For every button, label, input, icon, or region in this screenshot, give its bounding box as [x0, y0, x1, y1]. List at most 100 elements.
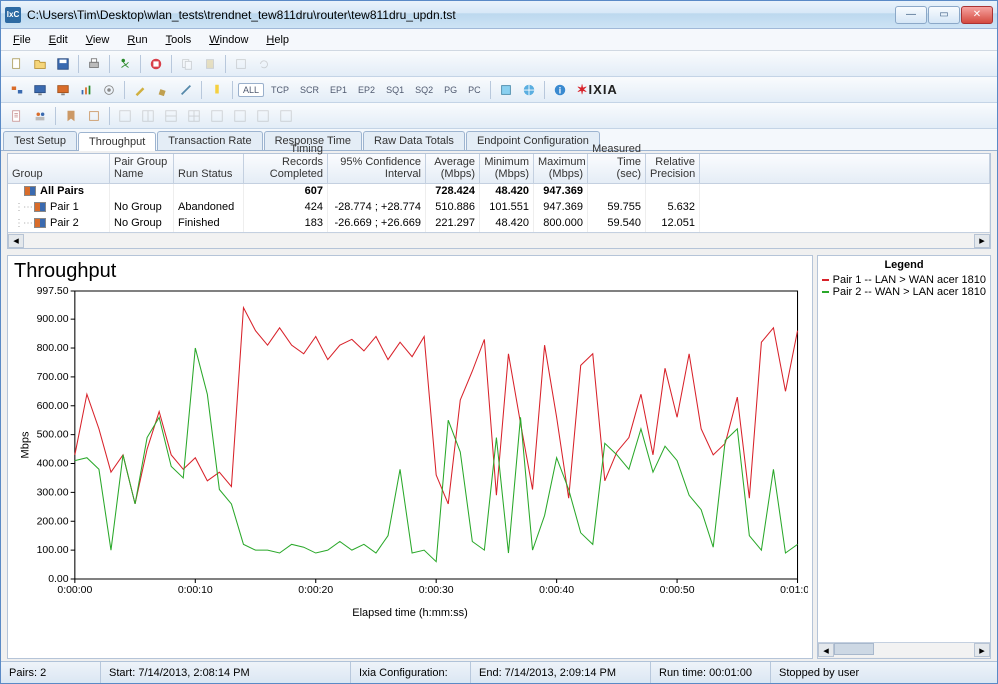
report-icon[interactable] — [496, 80, 516, 100]
legend-item[interactable]: Pair 1 -- LAN > WAN acer 1810 — [818, 274, 990, 286]
export-icon[interactable] — [231, 54, 251, 74]
app-icon: IxC — [5, 7, 21, 23]
status-runtime: Run time: 00:01:00 — [651, 662, 771, 683]
legend-panel: Legend Pair 1 -- LAN > WAN acer 1810Pair… — [817, 255, 991, 659]
col-header[interactable]: Timing Records Completed — [244, 154, 328, 184]
view-scr[interactable]: SCR — [296, 82, 323, 98]
stop-icon[interactable] — [146, 54, 166, 74]
view-sq2[interactable]: SQ2 — [411, 82, 437, 98]
print-icon[interactable] — [84, 54, 104, 74]
pair-icon — [24, 186, 36, 196]
maximize-button[interactable]: ▭ — [928, 6, 960, 24]
highlight-icon[interactable] — [207, 80, 227, 100]
svg-text:0:00:00: 0:00:00 — [57, 585, 92, 596]
legend-scroll-right-icon[interactable]: ▸ — [974, 643, 990, 657]
menu-view[interactable]: View — [78, 32, 118, 48]
svg-text:200.00: 200.00 — [37, 516, 69, 527]
open-icon[interactable] — [30, 54, 50, 74]
col-header[interactable]: Group — [8, 154, 110, 184]
paste-icon[interactable] — [200, 54, 220, 74]
new-icon[interactable] — [7, 54, 27, 74]
col-header[interactable]: Relative Precision — [646, 154, 700, 184]
svg-text:400.00: 400.00 — [37, 459, 69, 470]
minimize-button[interactable]: — — [895, 6, 927, 24]
grid2-icon[interactable] — [138, 106, 158, 126]
table-row[interactable]: All Pairs607728.42448.420947.369 — [8, 184, 990, 200]
legend-hscroll[interactable]: ◂ ▸ — [818, 642, 990, 658]
menu-tools[interactable]: Tools — [158, 32, 200, 48]
globe-icon[interactable] — [519, 80, 539, 100]
tab-endpoint-configuration[interactable]: Endpoint Configuration — [466, 131, 600, 150]
pair-icon[interactable] — [7, 80, 27, 100]
wizard-icon[interactable] — [176, 80, 196, 100]
scroll-right-icon[interactable]: ▸ — [974, 234, 990, 248]
view-ep1[interactable]: EP1 — [326, 82, 351, 98]
view-ep2[interactable]: EP2 — [354, 82, 379, 98]
refresh-icon[interactable] — [254, 54, 274, 74]
edit-icon[interactable] — [153, 80, 173, 100]
svg-text:700.00: 700.00 — [37, 372, 69, 383]
copy-icon[interactable] — [177, 54, 197, 74]
legend-scroll-left-icon[interactable]: ◂ — [818, 643, 834, 657]
menu-file[interactable]: File — [5, 32, 39, 48]
view-all-button[interactable]: ALL — [238, 83, 264, 97]
view-pg[interactable]: PG — [440, 82, 461, 98]
grid1-icon[interactable] — [115, 106, 135, 126]
svg-text:0:00:20: 0:00:20 — [298, 585, 333, 596]
pair-icon — [34, 202, 46, 212]
toolbar-script — [1, 103, 997, 129]
grid3-icon[interactable] — [161, 106, 181, 126]
grid4-icon[interactable] — [184, 106, 204, 126]
menu-window[interactable]: Window — [201, 32, 256, 48]
bookmark-icon[interactable] — [61, 106, 81, 126]
users-icon[interactable] — [30, 106, 50, 126]
grid8-icon[interactable] — [276, 106, 296, 126]
view-tcp[interactable]: TCP — [267, 82, 293, 98]
svg-text:0.00: 0.00 — [48, 574, 69, 585]
wand-icon[interactable] — [130, 80, 150, 100]
mark-icon[interactable] — [84, 106, 104, 126]
svg-text:300.00: 300.00 — [37, 488, 69, 499]
save-icon[interactable] — [53, 54, 73, 74]
grid-hscroll[interactable]: ◂ ▸ — [8, 232, 990, 248]
col-header[interactable]: Average (Mbps) — [426, 154, 480, 184]
close-button[interactable]: ✕ — [961, 6, 993, 24]
tab-raw-data-totals[interactable]: Raw Data Totals — [363, 131, 465, 150]
scroll-left-icon[interactable]: ◂ — [8, 234, 24, 248]
grid6-icon[interactable] — [230, 106, 250, 126]
chart-icon[interactable] — [76, 80, 96, 100]
menu-run[interactable]: Run — [119, 32, 155, 48]
col-header[interactable]: Run Status — [174, 154, 244, 184]
col-header[interactable]: Minimum (Mbps) — [480, 154, 534, 184]
col-header[interactable]: Measured Time (sec) — [588, 154, 646, 184]
table-row[interactable]: ⋮⋯Pair 1No GroupAbandoned424-28.774 ; +2… — [8, 200, 990, 216]
view-sq1[interactable]: SQ1 — [382, 82, 408, 98]
tab-throughput[interactable]: Throughput — [78, 132, 156, 151]
svg-text:0:00:40: 0:00:40 — [539, 585, 574, 596]
info-icon[interactable]: i — [550, 80, 570, 100]
monitor1-icon[interactable] — [30, 80, 50, 100]
tab-transaction-rate[interactable]: Transaction Rate — [157, 131, 262, 150]
x-axis-label: Elapsed time (h:mm:ss) — [12, 607, 808, 619]
menu-help[interactable]: Help — [258, 32, 297, 48]
col-header[interactable]: Pair Group Name — [110, 154, 174, 184]
grid5-icon[interactable] — [207, 106, 227, 126]
view-pc[interactable]: PC — [464, 82, 485, 98]
table-row[interactable]: ⋮⋯Pair 2No GroupFinished183-26.669 ; +26… — [8, 216, 990, 232]
svg-text:100.00: 100.00 — [37, 545, 69, 556]
col-header[interactable]: 95% Confidence Interval — [328, 154, 426, 184]
run-icon[interactable] — [115, 54, 135, 74]
settings-icon[interactable] — [99, 80, 119, 100]
tab-row: Test SetupThroughputTransaction RateResp… — [1, 129, 997, 151]
script-icon[interactable] — [7, 106, 27, 126]
menubar: FileEditViewRunToolsWindowHelp — [1, 29, 997, 51]
monitor2-icon[interactable] — [53, 80, 73, 100]
menu-edit[interactable]: Edit — [41, 32, 76, 48]
tab-test-setup[interactable]: Test Setup — [3, 131, 77, 150]
y-axis-label: Mbps — [19, 432, 31, 459]
legend-item[interactable]: Pair 2 -- WAN > LAN acer 1810 — [818, 286, 990, 298]
pair-icon — [34, 218, 46, 228]
grid7-icon[interactable] — [253, 106, 273, 126]
col-header[interactable]: Maximum (Mbps) — [534, 154, 588, 184]
status-pairs: Pairs: 2 — [1, 662, 101, 683]
